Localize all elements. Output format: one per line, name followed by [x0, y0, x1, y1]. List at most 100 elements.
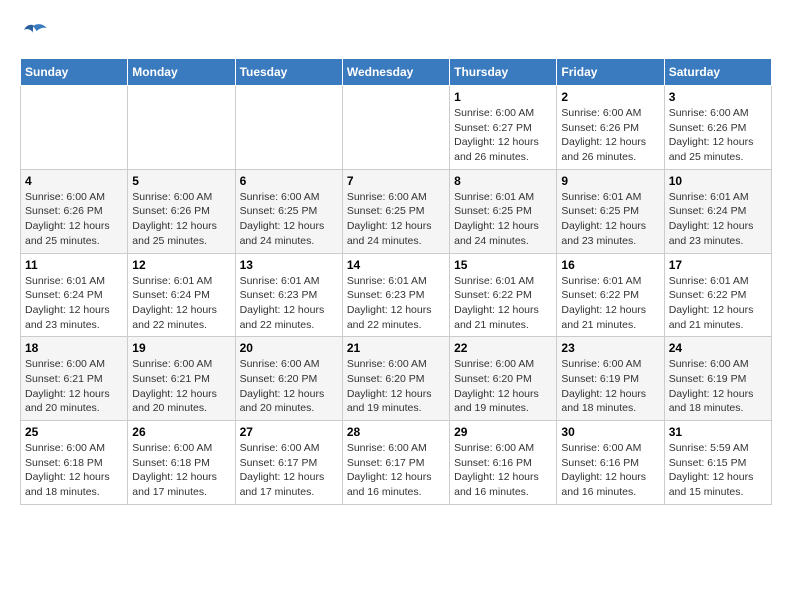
day-info: Sunrise: 6:01 AM Sunset: 6:23 PM Dayligh…: [240, 274, 338, 333]
day-info: Sunrise: 6:00 AM Sunset: 6:16 PM Dayligh…: [454, 441, 552, 500]
calendar-cell: 4 Sunrise: 6:00 AM Sunset: 6:26 PM Daylig…: [21, 169, 128, 253]
week-row-1: 1 Sunrise: 6:00 AM Sunset: 6:27 PM Daylig…: [21, 86, 772, 170]
day-info: Sunrise: 6:00 AM Sunset: 6:27 PM Dayligh…: [454, 106, 552, 165]
day-number: 3: [669, 90, 767, 104]
calendar-cell: 12 Sunrise: 6:01 AM Sunset: 6:24 PM Dayli…: [128, 253, 235, 337]
calendar-cell: [21, 86, 128, 170]
day-info: Sunrise: 6:01 AM Sunset: 6:25 PM Dayligh…: [454, 190, 552, 249]
day-info: Sunrise: 6:01 AM Sunset: 6:24 PM Dayligh…: [132, 274, 230, 333]
day-number: 28: [347, 425, 445, 439]
day-number: 18: [25, 341, 123, 355]
day-number: 20: [240, 341, 338, 355]
day-header-wednesday: Wednesday: [342, 59, 449, 86]
day-info: Sunrise: 6:00 AM Sunset: 6:25 PM Dayligh…: [347, 190, 445, 249]
day-info: Sunrise: 6:00 AM Sunset: 6:18 PM Dayligh…: [25, 441, 123, 500]
day-number: 8: [454, 174, 552, 188]
day-header-sunday: Sunday: [21, 59, 128, 86]
calendar-cell: 23 Sunrise: 6:00 AM Sunset: 6:19 PM Dayli…: [557, 337, 664, 421]
header-row: SundayMondayTuesdayWednesdayThursdayFrid…: [21, 59, 772, 86]
day-number: 30: [561, 425, 659, 439]
calendar-cell: 30 Sunrise: 6:00 AM Sunset: 6:16 PM Dayli…: [557, 421, 664, 505]
day-number: 25: [25, 425, 123, 439]
day-number: 27: [240, 425, 338, 439]
day-number: 6: [240, 174, 338, 188]
calendar-cell: 24 Sunrise: 6:00 AM Sunset: 6:19 PM Dayli…: [664, 337, 771, 421]
day-number: 16: [561, 258, 659, 272]
day-info: Sunrise: 6:00 AM Sunset: 6:20 PM Dayligh…: [347, 357, 445, 416]
day-number: 22: [454, 341, 552, 355]
week-row-3: 11 Sunrise: 6:01 AM Sunset: 6:24 PM Dayli…: [21, 253, 772, 337]
day-info: Sunrise: 6:01 AM Sunset: 6:22 PM Dayligh…: [454, 274, 552, 333]
day-info: Sunrise: 6:00 AM Sunset: 6:16 PM Dayligh…: [561, 441, 659, 500]
calendar-cell: 22 Sunrise: 6:00 AM Sunset: 6:20 PM Dayli…: [450, 337, 557, 421]
calendar-cell: 17 Sunrise: 6:01 AM Sunset: 6:22 PM Dayli…: [664, 253, 771, 337]
day-info: Sunrise: 6:00 AM Sunset: 6:17 PM Dayligh…: [347, 441, 445, 500]
day-info: Sunrise: 6:00 AM Sunset: 6:21 PM Dayligh…: [132, 357, 230, 416]
day-info: Sunrise: 6:00 AM Sunset: 6:17 PM Dayligh…: [240, 441, 338, 500]
day-info: Sunrise: 6:01 AM Sunset: 6:24 PM Dayligh…: [669, 190, 767, 249]
calendar-cell: 25 Sunrise: 6:00 AM Sunset: 6:18 PM Dayli…: [21, 421, 128, 505]
day-header-saturday: Saturday: [664, 59, 771, 86]
calendar-cell: 11 Sunrise: 6:01 AM Sunset: 6:24 PM Dayli…: [21, 253, 128, 337]
day-info: Sunrise: 6:01 AM Sunset: 6:25 PM Dayligh…: [561, 190, 659, 249]
day-header-thursday: Thursday: [450, 59, 557, 86]
day-number: 10: [669, 174, 767, 188]
day-header-friday: Friday: [557, 59, 664, 86]
calendar-cell: 31 Sunrise: 5:59 AM Sunset: 6:15 PM Dayli…: [664, 421, 771, 505]
calendar-cell: [342, 86, 449, 170]
day-header-tuesday: Tuesday: [235, 59, 342, 86]
day-number: 12: [132, 258, 230, 272]
day-number: 7: [347, 174, 445, 188]
calendar-cell: 5 Sunrise: 6:00 AM Sunset: 6:26 PM Daylig…: [128, 169, 235, 253]
calendar-cell: [128, 86, 235, 170]
day-number: 24: [669, 341, 767, 355]
day-info: Sunrise: 6:00 AM Sunset: 6:19 PM Dayligh…: [669, 357, 767, 416]
day-info: Sunrise: 6:00 AM Sunset: 6:20 PM Dayligh…: [240, 357, 338, 416]
day-number: 4: [25, 174, 123, 188]
day-info: Sunrise: 6:01 AM Sunset: 6:22 PM Dayligh…: [561, 274, 659, 333]
calendar-cell: 8 Sunrise: 6:01 AM Sunset: 6:25 PM Daylig…: [450, 169, 557, 253]
day-info: Sunrise: 6:01 AM Sunset: 6:24 PM Dayligh…: [25, 274, 123, 333]
day-info: Sunrise: 6:00 AM Sunset: 6:19 PM Dayligh…: [561, 357, 659, 416]
calendar-cell: 7 Sunrise: 6:00 AM Sunset: 6:25 PM Daylig…: [342, 169, 449, 253]
calendar-cell: 14 Sunrise: 6:01 AM Sunset: 6:23 PM Dayli…: [342, 253, 449, 337]
calendar-cell: 16 Sunrise: 6:01 AM Sunset: 6:22 PM Dayli…: [557, 253, 664, 337]
calendar-cell: 29 Sunrise: 6:00 AM Sunset: 6:16 PM Dayli…: [450, 421, 557, 505]
day-number: 1: [454, 90, 552, 104]
calendar-cell: 10 Sunrise: 6:01 AM Sunset: 6:24 PM Dayli…: [664, 169, 771, 253]
calendar-cell: 19 Sunrise: 6:00 AM Sunset: 6:21 PM Dayli…: [128, 337, 235, 421]
day-number: 19: [132, 341, 230, 355]
calendar-table: SundayMondayTuesdayWednesdayThursdayFrid…: [20, 58, 772, 505]
week-row-4: 18 Sunrise: 6:00 AM Sunset: 6:21 PM Dayli…: [21, 337, 772, 421]
calendar-cell: 21 Sunrise: 6:00 AM Sunset: 6:20 PM Dayli…: [342, 337, 449, 421]
calendar-cell: 1 Sunrise: 6:00 AM Sunset: 6:27 PM Daylig…: [450, 86, 557, 170]
day-number: 23: [561, 341, 659, 355]
calendar-header: SundayMondayTuesdayWednesdayThursdayFrid…: [21, 59, 772, 86]
day-info: Sunrise: 6:00 AM Sunset: 6:25 PM Dayligh…: [240, 190, 338, 249]
calendar-cell: [235, 86, 342, 170]
day-number: 29: [454, 425, 552, 439]
calendar-cell: 3Sunrise: 6:00 AM Sunset: 6:26 PM Daylig…: [664, 86, 771, 170]
calendar-cell: 27 Sunrise: 6:00 AM Sunset: 6:17 PM Dayli…: [235, 421, 342, 505]
day-number: 21: [347, 341, 445, 355]
calendar-body: 1 Sunrise: 6:00 AM Sunset: 6:27 PM Daylig…: [21, 86, 772, 505]
day-info: Sunrise: 6:00 AM Sunset: 6:20 PM Dayligh…: [454, 357, 552, 416]
day-number: 17: [669, 258, 767, 272]
day-number: 13: [240, 258, 338, 272]
calendar-cell: 15Sunrise: 6:01 AM Sunset: 6:22 PM Dayli…: [450, 253, 557, 337]
day-info: Sunrise: 6:01 AM Sunset: 6:22 PM Dayligh…: [669, 274, 767, 333]
day-info: Sunrise: 6:01 AM Sunset: 6:23 PM Dayligh…: [347, 274, 445, 333]
logo-bird-icon: [20, 20, 48, 48]
day-number: 9: [561, 174, 659, 188]
day-number: 11: [25, 258, 123, 272]
day-number: 31: [669, 425, 767, 439]
day-info: Sunrise: 6:00 AM Sunset: 6:26 PM Dayligh…: [25, 190, 123, 249]
page-header: [20, 20, 772, 48]
day-info: Sunrise: 6:00 AM Sunset: 6:26 PM Dayligh…: [132, 190, 230, 249]
day-number: 26: [132, 425, 230, 439]
day-header-monday: Monday: [128, 59, 235, 86]
day-number: 5: [132, 174, 230, 188]
day-number: 14: [347, 258, 445, 272]
day-info: Sunrise: 5:59 AM Sunset: 6:15 PM Dayligh…: [669, 441, 767, 500]
day-number: 2: [561, 90, 659, 104]
